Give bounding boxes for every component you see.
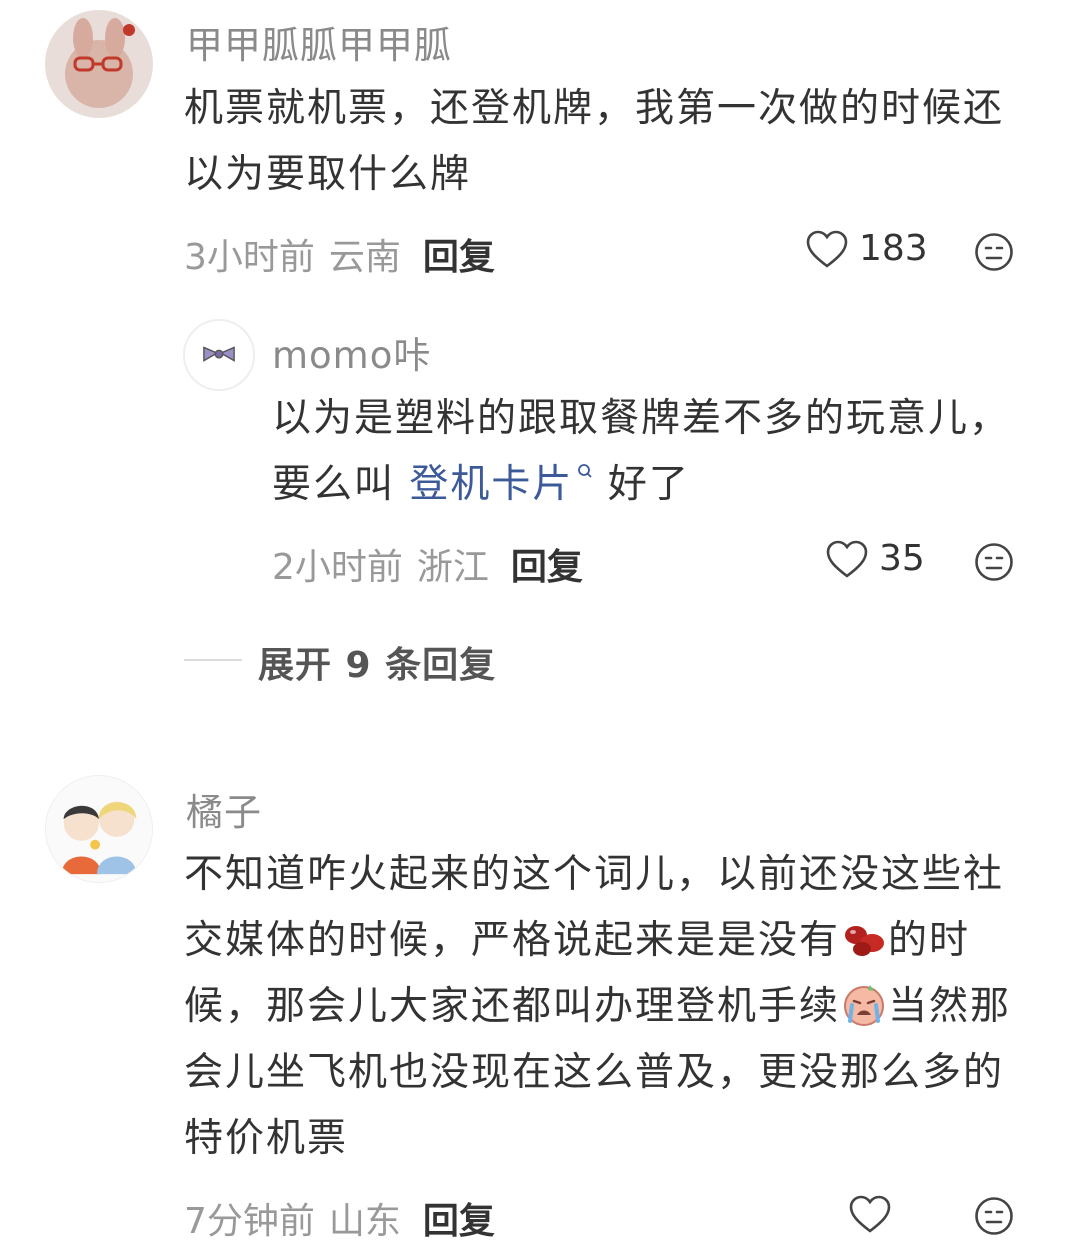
search-icon[interactable] (577, 463, 593, 479)
reply-line: 以为是塑料的跟取餐牌差不多的玩意儿， (272, 396, 1011, 441)
comment-line: 以为要取什么牌 (184, 152, 472, 197)
comment-username[interactable]: 甲甲胍胍甲甲胍 (186, 15, 452, 69)
like-count: 35 (879, 538, 925, 579)
heart-outline-icon (849, 1195, 891, 1233)
reply-username[interactable]: momo咔 (272, 325, 431, 379)
comment-text-segment: 当然那 (888, 984, 1012, 1029)
comment-time: 7分钟前 (184, 1201, 315, 1242)
search-link[interactable]: 登机卡片 (409, 462, 573, 507)
comment-meta: 7分钟前 山东 回复 (184, 1192, 495, 1244)
reply-button[interactable]: 回复 (511, 547, 583, 588)
comment-text-segment: 的时 (888, 918, 971, 963)
expand-divider (184, 659, 242, 661)
reply-location: 浙江 (416, 547, 489, 588)
reply-text-suffix: 好了 (593, 462, 690, 507)
like-count: 183 (859, 228, 928, 269)
comment-text: 不知道咋火起来的这个词儿，以前还没这些社 交媒体的时候，严格说起来是是没有 的时 … (184, 842, 1011, 1172)
comment-line: 交媒体的时候，严格说起来是是没有 的时 (184, 908, 1011, 974)
like-button[interactable] (848, 1194, 902, 1234)
comment-location: 山东 (328, 1201, 401, 1242)
neutral-face-icon[interactable] (974, 1196, 1014, 1236)
comment-meta: 3小时前 云南 回复 (184, 228, 495, 280)
reply-avatar[interactable] (183, 319, 255, 391)
comment-location: 云南 (328, 237, 401, 278)
reply-line: 要么叫 登机卡片 好了 (272, 452, 1010, 518)
comment-time: 3小时前 (184, 237, 315, 278)
reply-button[interactable]: 回复 (423, 237, 495, 278)
comment-line: 机票就机票，还登机牌，我第一次做的时候还 (184, 86, 1005, 131)
comment-line: 特价机票 (184, 1116, 349, 1161)
comment-text-segment: 候，那会儿大家还都叫办理登机手续 (184, 984, 841, 1029)
comment-line: 候，那会儿大家还都叫办理登机手续 当然那 (184, 974, 1011, 1040)
comment-text: 机票就机票，还登机牌，我第一次做的时候还 以为要取什么牌 (184, 76, 1004, 208)
reply-text-prefix: 要么叫 (272, 462, 410, 507)
like-button[interactable]: 183 (805, 228, 928, 269)
expand-replies-button[interactable]: 展开 9 条回复 (258, 636, 496, 688)
reply-text: 以为是塑料的跟取餐牌差不多的玩意儿， 要么叫 登机卡片 好了 (272, 386, 1010, 518)
neutral-face-icon[interactable] (974, 232, 1014, 272)
comment-line: 不知道咋火起来的这个词儿，以前还没这些社 (184, 852, 1005, 897)
avatar[interactable] (45, 10, 153, 118)
comment-text-segment: 交媒体的时候，严格说起来是是没有 (184, 918, 841, 963)
reply-button[interactable]: 回复 (423, 1201, 495, 1242)
heart-outline-icon (826, 540, 868, 578)
comment-line: 会儿坐飞机也没现在这么普及，更没那么多的 (184, 1050, 1005, 1095)
like-button[interactable]: 35 (825, 538, 925, 579)
reply-time: 2小时前 (272, 547, 403, 588)
heart-outline-icon (806, 230, 848, 268)
comment-username[interactable]: 橘子 (186, 782, 262, 836)
crying-face-emoji (844, 985, 885, 1026)
red-beans-emoji (845, 926, 885, 956)
neutral-face-icon[interactable] (974, 542, 1014, 582)
avatar[interactable] (45, 775, 153, 883)
reply-meta: 2小时前 浙江 回复 (272, 538, 583, 590)
